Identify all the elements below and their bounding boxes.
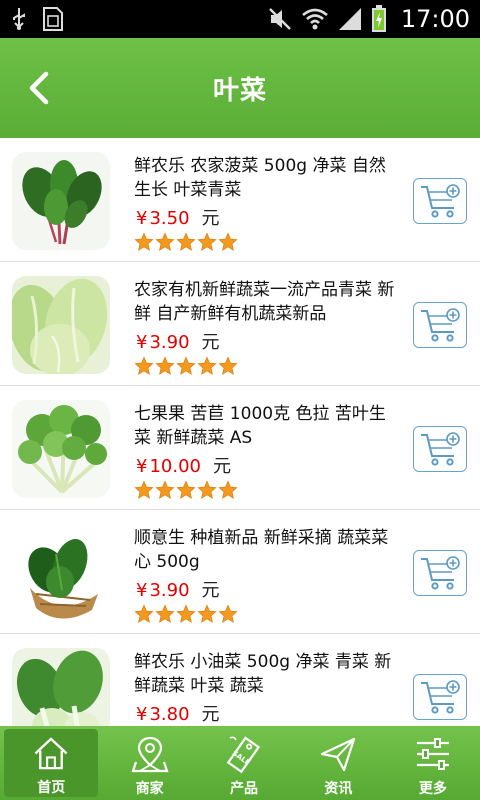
price-value: 3.90: [149, 580, 190, 601]
nav-label: 更多: [418, 781, 447, 797]
product-image-spinach[interactable]: [12, 152, 110, 250]
product-price: ¥ 3.50 元: [136, 204, 220, 230]
product-price: ¥ 3.90 元: [136, 328, 220, 354]
add-to-cart-button[interactable]: [413, 550, 467, 596]
star-icon: [218, 604, 238, 623]
star-icon: [197, 356, 217, 375]
star-icon: [155, 480, 175, 499]
mute-icon: [268, 8, 291, 30]
product-price: ¥ 3.80 元: [136, 700, 220, 726]
price-value: 3.80: [149, 704, 190, 725]
chevron-left-icon: [29, 71, 49, 105]
nav-label: 首页: [37, 780, 66, 796]
star-icon: [155, 604, 175, 623]
rating-stars: [134, 480, 238, 500]
star-icon: [197, 232, 217, 251]
add-cart-icon: [421, 680, 460, 714]
star-icon: [176, 604, 196, 623]
add-cart-icon: [421, 184, 460, 218]
currency-symbol: ¥: [136, 456, 148, 477]
currency-symbol: ¥: [136, 704, 148, 725]
product-title[interactable]: 农家有机新鲜蔬菜一流产品青菜 新鲜 自产新鲜有机蔬菜新品: [134, 278, 396, 326]
star-icon: [155, 232, 175, 251]
product-title[interactable]: 鲜农乐 农家菠菜 500g 净菜 自然生长 叶菜青菜: [134, 154, 396, 202]
price-unit: 元: [212, 456, 231, 477]
back-button[interactable]: [20, 68, 60, 108]
add-to-cart-button[interactable]: [413, 178, 467, 224]
product-image-endive[interactable]: [12, 400, 110, 498]
star-icon: [197, 604, 217, 623]
product-item[interactable]: 七果果 苦苣 1000克 色拉 苦叶生菜 新鲜蔬菜 AS ¥ 10.00 元: [0, 386, 480, 510]
nav-home[interactable]: 首页: [4, 729, 99, 797]
currency-symbol: ¥: [136, 208, 148, 229]
nav-label: 产品: [230, 781, 259, 797]
sale-tag-icon: SALE: [226, 736, 261, 774]
price-value: 3.50: [149, 208, 190, 229]
product-item[interactable]: 顺意生 种植新品 新鲜采摘 蔬菜菜心 500g ¥ 3.90 元: [0, 510, 480, 634]
rating-stars: [134, 356, 238, 376]
add-to-cart-button[interactable]: [413, 674, 467, 720]
clock: 17:00: [400, 5, 470, 33]
currency-symbol: ¥: [136, 580, 148, 601]
star-icon: [197, 480, 217, 499]
star-icon: [218, 232, 238, 251]
nav-more[interactable]: 更多: [386, 726, 480, 800]
battery-charging-icon: [371, 5, 386, 32]
usb-icon: [13, 8, 25, 30]
star-icon: [176, 232, 196, 251]
app-header: 叶菜: [0, 38, 480, 138]
product-price: ¥ 10.00 元: [136, 452, 231, 478]
status-bar: 17:00: [0, 0, 480, 38]
price-unit: 元: [201, 704, 220, 725]
product-price: ¥ 3.90 元: [136, 576, 220, 602]
nav-news[interactable]: 资讯: [291, 726, 385, 800]
send-icon: [321, 737, 356, 772]
star-icon: [155, 356, 175, 375]
add-cart-icon: [421, 308, 460, 342]
product-image-bok-choy[interactable]: [12, 648, 110, 726]
add-cart-icon: [421, 556, 460, 590]
nav-label: 资讯: [324, 781, 353, 797]
nav-products[interactable]: SALE 产品: [197, 726, 291, 800]
currency-symbol: ¥: [136, 332, 148, 353]
svg-text:SALE: SALE: [231, 749, 252, 767]
product-image-cabbage[interactable]: [12, 276, 110, 374]
sliders-icon: [416, 738, 449, 770]
add-cart-icon: [421, 432, 460, 466]
product-title[interactable]: 鲜农乐 小油菜 500g 净菜 青菜 新鲜蔬菜 叶菜 蔬菜: [134, 650, 396, 698]
star-icon: [134, 232, 154, 251]
add-to-cart-button[interactable]: [413, 426, 467, 472]
price-unit: 元: [201, 580, 220, 601]
signal-icon: [338, 8, 361, 30]
price-value: 10.00: [149, 456, 201, 477]
map-location-icon: [131, 736, 169, 773]
star-icon: [134, 356, 154, 375]
price-value: 3.90: [149, 332, 190, 353]
star-icon: [134, 604, 154, 623]
product-title[interactable]: 七果果 苦苣 1000克 色拉 苦叶生菜 新鲜蔬菜 AS: [134, 402, 396, 450]
rating-stars: [134, 604, 238, 624]
product-item[interactable]: 鲜农乐 小油菜 500g 净菜 青菜 新鲜蔬菜 叶菜 蔬菜 ¥ 3.80 元: [0, 634, 480, 726]
rating-stars: [134, 232, 238, 252]
bottom-nav: 首页 商家 SALE 产品 资讯 更多: [0, 726, 480, 800]
star-icon: [218, 480, 238, 499]
home-icon: [34, 737, 68, 770]
product-title[interactable]: 顺意生 种植新品 新鲜采摘 蔬菜菜心 500g: [134, 526, 396, 574]
add-to-cart-button[interactable]: [413, 302, 467, 348]
wifi-icon: [301, 8, 328, 30]
sim-card-icon: [43, 7, 63, 31]
nav-merchants[interactable]: 商家: [102, 726, 196, 800]
product-item[interactable]: 鲜农乐 农家菠菜 500g 净菜 自然生长 叶菜青菜 ¥ 3.50 元: [0, 138, 480, 262]
product-list[interactable]: 鲜农乐 农家菠菜 500g 净菜 自然生长 叶菜青菜 ¥ 3.50 元 农家有机…: [0, 138, 480, 726]
star-icon: [176, 356, 196, 375]
price-unit: 元: [201, 208, 220, 229]
price-unit: 元: [201, 332, 220, 353]
product-image-choy-sum[interactable]: [12, 524, 110, 622]
product-item[interactable]: 农家有机新鲜蔬菜一流产品青菜 新鲜 自产新鲜有机蔬菜新品 ¥ 3.90 元: [0, 262, 480, 386]
star-icon: [134, 480, 154, 499]
star-icon: [218, 356, 238, 375]
page-title: 叶菜: [212, 75, 267, 106]
nav-label: 商家: [135, 781, 164, 797]
star-icon: [176, 480, 196, 499]
